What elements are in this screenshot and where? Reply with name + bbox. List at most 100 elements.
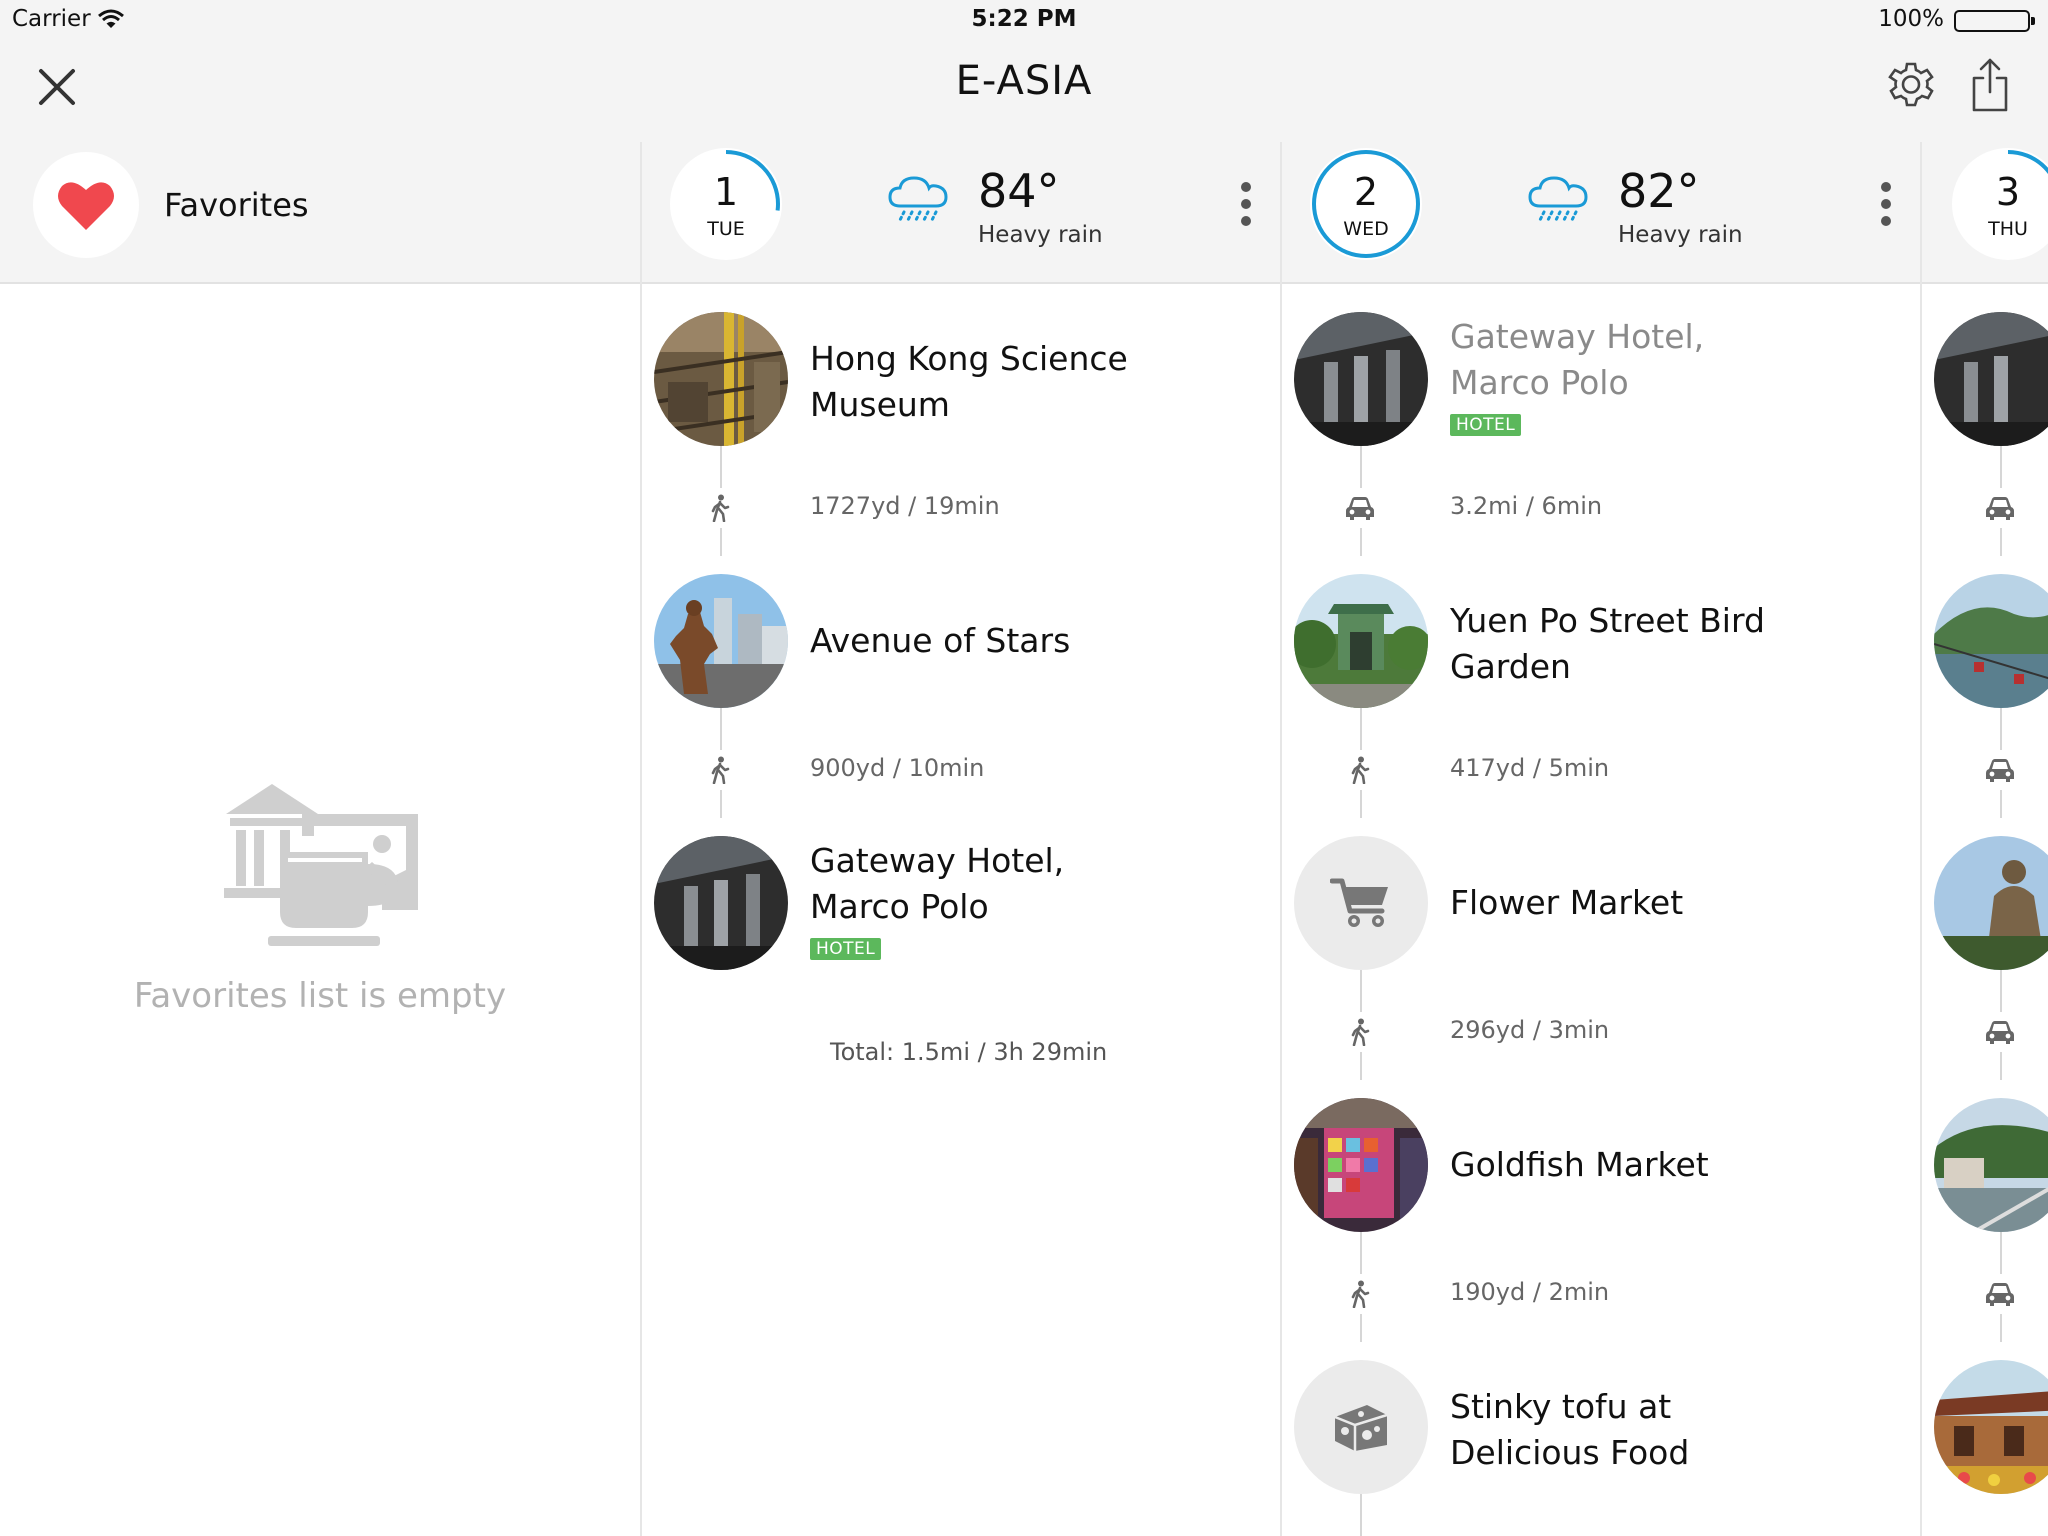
day-1-selector[interactable]: 1 TUE [670,148,782,260]
place-photo [654,574,788,708]
shopping-cart-icon [1330,878,1388,927]
place-photo [1294,1360,1428,1494]
route-leg: 417yd / 5min [1282,750,1920,790]
route-leg: 190yd / 2min [1282,1274,1920,1314]
place-item[interactable]: Gateway Hotel, Marco Polo HOTEL [1282,312,1920,452]
place-photo [1294,574,1428,708]
battery-percentage: 100% [1878,6,1944,32]
day-temperature: 82° [1618,164,1700,218]
route-leg: 3.2mi / 6min [1282,488,1920,528]
car-icon [1980,1274,2020,1314]
place-item[interactable]: Hong Kong Science Museum [642,312,1280,452]
day-2-header: 2 WED 82° Heavy rain [1280,142,1920,284]
route-leg: 900yd / 10min [642,750,1280,790]
day-weekday: TUE [707,218,745,240]
favorites-empty-message: Favorites list is empty [133,976,507,1016]
place-item[interactable] [1922,1098,2048,1238]
route-leg [1922,1012,2048,1052]
empty-favorites-illustration-icon [222,778,418,954]
cheese-icon [1334,1405,1388,1451]
place-photo [654,312,788,446]
favorites-button[interactable] [33,152,139,258]
day-2-more-button[interactable] [1876,182,1896,234]
place-item[interactable]: Flower Market [1282,836,1920,976]
place-item[interactable]: Gateway Hotel, Marco Polo HOTEL [642,836,1280,976]
car-icon [1980,750,2020,790]
place-name: Stinky tofu at Delicious Food [1450,1387,1690,1472]
day-3-selector[interactable]: 3 THU [1952,148,2048,260]
days-header-row: Favorites 1 TUE 84° Heavy rain 2 WED 82°… [0,142,2048,284]
route-leg: 296yd / 3min [1282,1012,1920,1052]
place-photo [1934,574,2048,708]
place-item[interactable]: Yuen Po Street Bird Garden [1282,574,1920,714]
leg-distance-time: 1727yd / 19min [810,492,1000,520]
leg-distance-time: 3.2mi / 6min [1450,492,1603,520]
gear-icon [1888,62,1934,107]
place-item[interactable] [1922,1360,2048,1500]
day-number: 1 [713,170,739,214]
day-number: 3 [1995,170,2021,214]
place-photo [1934,1098,2048,1232]
share-button[interactable] [1964,54,2016,116]
place-photo [654,836,788,970]
status-bar: Carrier 5:22 PM 100% [0,0,2048,40]
place-item[interactable]: Stinky tofu at Delicious Food [1282,1360,1920,1500]
leg-distance-time: 900yd / 10min [810,754,985,782]
walk-icon [700,488,740,528]
place-name: Avenue of Stars [810,621,1071,660]
route-leg [1922,750,2048,790]
route-leg [1922,1274,2048,1314]
place-item[interactable]: Goldfish Market [1282,1098,1920,1238]
day-1-more-button[interactable] [1236,182,1256,234]
walk-icon [1340,1274,1380,1314]
day-1-header: 1 TUE 84° Heavy rain [640,142,1280,284]
place-photo [1934,312,2048,446]
trip-title: E-ASIA [955,58,1093,104]
place-name: Hong Kong Science Museum [810,339,1128,424]
hotel-badge: HOTEL [810,938,882,960]
favorites-label: Favorites [164,186,309,224]
leg-distance-time: 417yd / 5min [1450,754,1610,782]
heart-icon [58,182,114,230]
place-name: Yuen Po Street Bird Garden [1450,601,1765,686]
day-3-header: 3 THU [1920,142,2048,284]
day-1-timeline: Hong Kong Science Museum 1727yd / 19min … [642,284,1280,1536]
route-leg [1922,488,2048,528]
day-weekday: WED [1343,218,1389,240]
day-weather-condition: Heavy rain [1618,222,1743,248]
day-weather-condition: Heavy rain [978,222,1103,248]
place-item[interactable]: Avenue of Stars [642,574,1280,714]
place-photo [1294,312,1428,446]
place-name: Flower Market [1450,883,1684,922]
walk-icon [700,750,740,790]
place-photo [1294,1098,1428,1232]
hotel-badge: HOTEL [1450,414,1522,436]
day-3-timeline [1922,284,2048,1536]
day-number: 2 [1353,170,1379,214]
settings-button[interactable] [1882,58,1940,116]
heavy-rain-icon [1526,172,1590,228]
car-icon [1340,488,1380,528]
walk-icon [1340,1012,1380,1052]
car-icon [1980,488,2020,528]
place-photo [1294,836,1428,970]
day-2-selector[interactable]: 2 WED [1310,148,1422,260]
heavy-rain-icon [886,172,950,228]
place-photo [1934,1360,2048,1494]
place-name: Goldfish Market [1450,1145,1709,1184]
share-icon [1972,58,2008,112]
walk-icon [1340,750,1380,790]
leg-distance-time: 296yd / 3min [1450,1016,1610,1044]
day-temperature: 84° [978,164,1060,218]
car-icon [1980,1012,2020,1052]
route-leg: 1727yd / 19min [642,488,1280,528]
battery-icon [1954,10,2035,32]
place-photo [1934,836,2048,970]
day-weekday: THU [1988,218,2028,240]
place-item[interactable] [1922,574,2048,714]
place-name: Gateway Hotel, Marco Polo [810,841,1065,926]
day-2-timeline: Gateway Hotel, Marco Polo HOTEL 3.2mi / … [1282,284,1920,1536]
place-item[interactable] [1922,836,2048,976]
place-item[interactable] [1922,312,2048,452]
clock: 5:22 PM [971,6,1077,32]
